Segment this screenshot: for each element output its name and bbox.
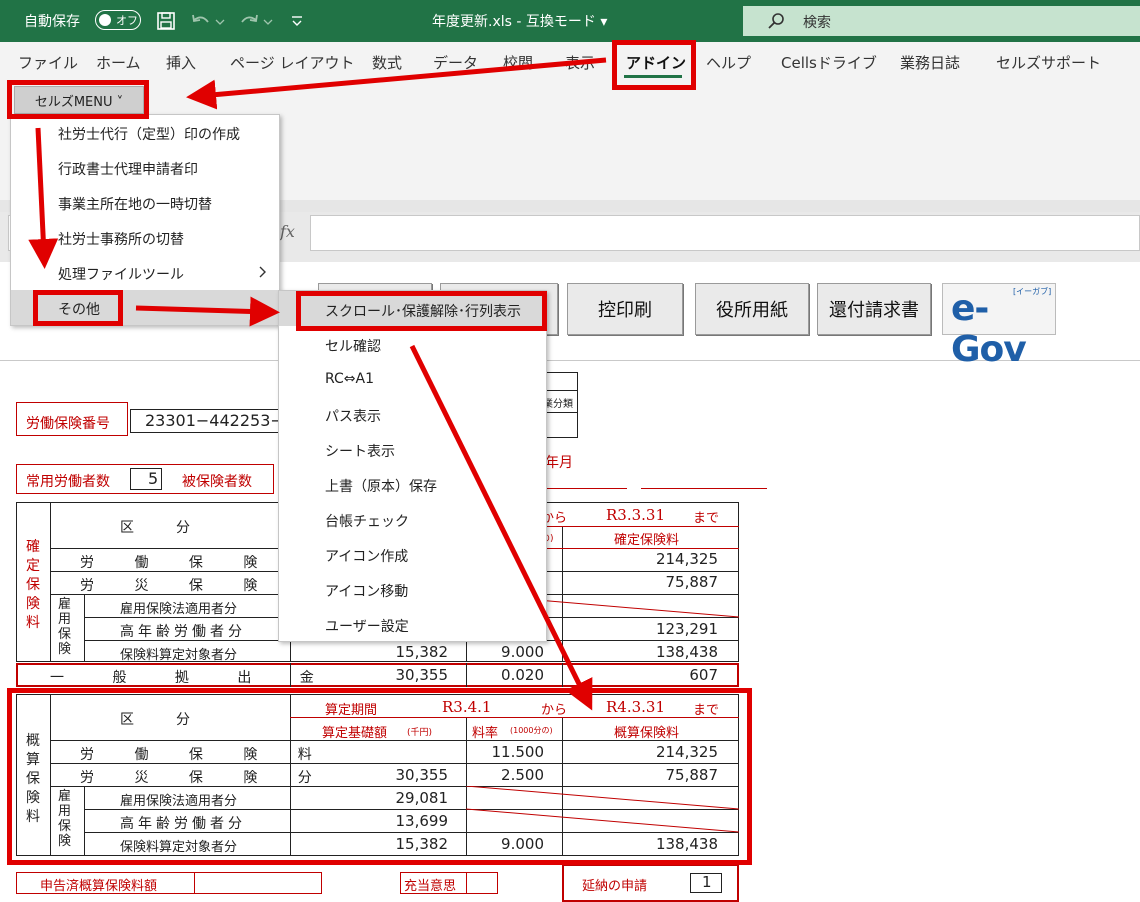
workers-label: 常用労働者数	[26, 474, 110, 490]
tab-page-layout[interactable]: ページ レイアウト	[230, 52, 354, 73]
chevron-right-icon	[259, 266, 266, 278]
tab-view[interactable]: 表示	[565, 52, 595, 73]
egov-logo: e-Gov	[951, 288, 1027, 370]
tab-business-diary[interactable]: 業務日誌	[900, 52, 960, 73]
search-box[interactable]: 検索	[743, 6, 1140, 36]
highlight-cells-menu	[7, 80, 149, 119]
refund-request-button[interactable]: 還付請求書	[817, 283, 931, 335]
kakutei-amount-header: 確定保険料	[614, 533, 680, 548]
customize-toolbar-icon[interactable]	[290, 14, 304, 28]
submenu-item-cell-check[interactable]: セル確認	[325, 336, 381, 356]
workers-value: 5	[148, 469, 159, 488]
formula-input[interactable]	[310, 215, 1140, 251]
shinkoku-label: 申告済概算保険料額	[40, 879, 158, 894]
tab-file[interactable]: ファイル	[18, 52, 78, 73]
highlight-other-item	[33, 290, 123, 326]
menu-item-gyoseishoshi-stamp[interactable]: 行政書士代理申請者印	[58, 159, 198, 179]
egov-button[interactable]: e-Gov [イーガブ]	[942, 283, 1056, 370]
ennou-value: 1	[702, 873, 712, 891]
autosave-label: 自動保存	[24, 14, 80, 30]
submenu-item-ledger-check[interactable]: 台帳チェック	[325, 511, 409, 531]
highlight-addins-tab	[612, 40, 696, 90]
submenu-item-icon-create[interactable]: アイコン作成	[325, 546, 408, 566]
ennou-label: 延納の申請	[582, 879, 648, 894]
tab-home[interactable]: ホーム	[96, 52, 141, 73]
highlight-scroll-item	[296, 291, 547, 331]
juto-label: 充当意思	[404, 879, 457, 894]
menu-item-sharoshi-stamp[interactable]: 社労士代行（定型）印の作成	[58, 124, 240, 144]
submenu-item-user-settings[interactable]: ユーザー設定	[325, 616, 409, 636]
redo-icon[interactable]	[238, 12, 274, 30]
tab-help[interactable]: ヘルプ	[706, 52, 751, 73]
other-submenu	[278, 290, 547, 642]
print-copy-button[interactable]: 控印刷	[567, 283, 683, 335]
egov-logo-small: [イーガブ]	[1013, 287, 1052, 296]
submenu-item-sheet-display[interactable]: シート表示	[325, 441, 395, 461]
kakutei-side-label: 確定保険料	[26, 539, 40, 631]
fx-icon[interactable]: fx	[280, 222, 295, 241]
tab-insert[interactable]: 挿入	[166, 52, 196, 73]
kakutei-period-to: R3.3.31	[606, 506, 666, 524]
menu-item-file-tools[interactable]: 処理ファイルツール	[58, 264, 184, 284]
ippan-label: 一 般 拠 出 金	[50, 670, 336, 686]
submenu-item-path-display[interactable]: パス表示	[325, 406, 381, 426]
tab-data[interactable]: データ	[433, 52, 478, 73]
submenu-item-rc-a1[interactable]: RC⇔A1	[325, 371, 374, 387]
year-month-label: 年月	[545, 455, 573, 471]
insured-label: 被保険者数	[182, 474, 252, 490]
undo-icon[interactable]	[190, 12, 226, 30]
search-icon	[768, 13, 784, 29]
autosave-toggle[interactable]: オフ	[95, 10, 141, 30]
window-title[interactable]: 年度更新.xls - 互換モード ▾	[432, 11, 607, 31]
tab-review[interactable]: 校閲	[503, 52, 533, 73]
submenu-item-overwrite-save[interactable]: 上書（原本）保存	[325, 476, 437, 496]
menu-item-address-switch[interactable]: 事業主所在地の一時切替	[58, 194, 212, 214]
kakutei-kubun: 区 分	[120, 520, 190, 536]
tab-cells-support[interactable]: セルズサポート	[996, 52, 1101, 73]
tab-formulas[interactable]: 数式	[372, 52, 402, 73]
office-paper-button[interactable]: 役所用紙	[695, 283, 809, 335]
save-icon[interactable]	[156, 11, 176, 31]
tab-cells-drive[interactable]: Cellsドライブ	[781, 52, 877, 73]
search-placeholder: 検索	[803, 15, 831, 31]
submenu-item-icon-move[interactable]: アイコン移動	[325, 581, 408, 601]
highlight-gaisan-table	[7, 688, 752, 865]
menu-item-office-switch[interactable]: 社労士事務所の切替	[58, 229, 184, 249]
labor-no-label: 労働保険番号	[26, 416, 110, 432]
